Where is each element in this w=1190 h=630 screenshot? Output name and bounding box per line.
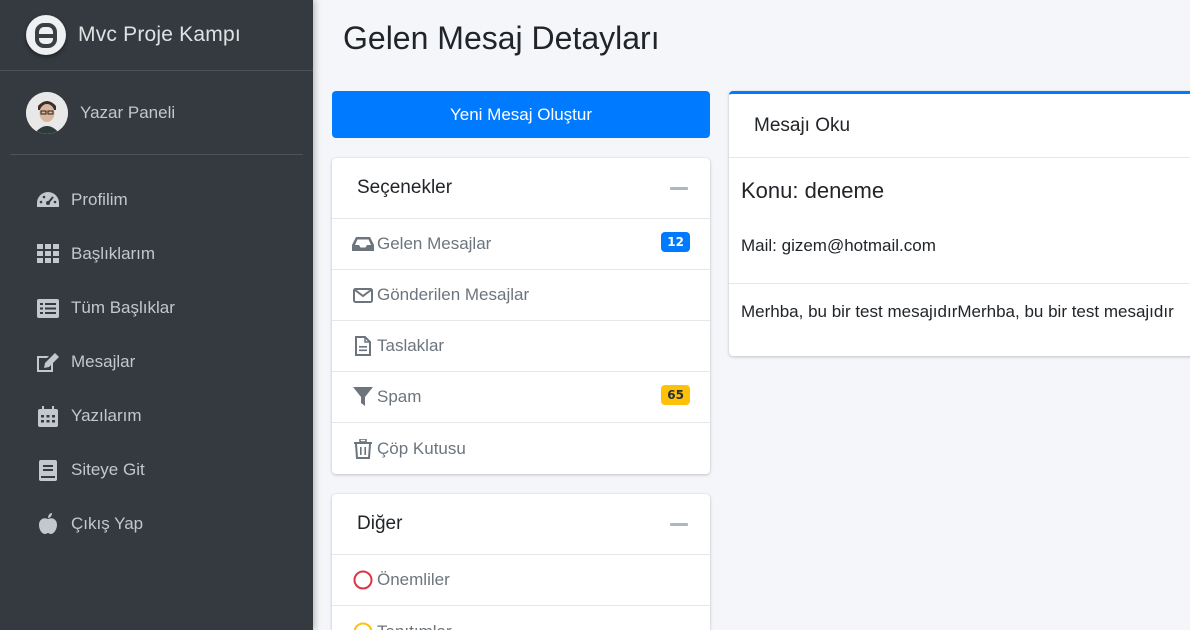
other-card-header: Diğer xyxy=(332,494,710,555)
tachometer-icon xyxy=(35,189,61,211)
envelope-icon xyxy=(352,285,374,305)
edit-icon xyxy=(35,351,61,373)
options-card: Seçenekler Gelen Mesajlar 12 Gönderilen … xyxy=(332,158,710,474)
apple-icon xyxy=(35,513,61,535)
sidebar-item-profilim[interactable]: Profilim xyxy=(0,173,313,227)
folder-item-inbox[interactable]: Gelen Mesajlar 12 xyxy=(332,219,710,270)
folder-item-drafts[interactable]: Taslaklar xyxy=(332,321,710,372)
sidebar-item-cikis-yap[interactable]: Çıkış Yap xyxy=(0,497,313,551)
sidebar: Mvc Proje Kampı Yazar Paneli Profilim Ba… xyxy=(0,0,313,630)
message-card: Mesajı Oku Konu: deneme Mail: gizem@hotm… xyxy=(729,91,1190,356)
circle-icon xyxy=(352,570,374,590)
sidebar-item-label: Başlıklarım xyxy=(71,244,156,263)
folder-label: Taslaklar xyxy=(377,336,445,355)
label-item-promotions[interactable]: Tanıtımlar xyxy=(332,606,710,630)
sidebar-item-siteye-git[interactable]: Siteye Git xyxy=(0,443,313,497)
inbox-icon xyxy=(352,234,374,254)
file-icon xyxy=(352,336,374,356)
label-item-important[interactable]: Önemliler xyxy=(332,555,710,606)
folder-label: Gönderilen Mesajlar xyxy=(377,285,530,304)
options-card-title: Seçenekler xyxy=(357,177,453,198)
sidebar-item-label: Tüm Başlıklar xyxy=(71,298,175,317)
user-panel[interactable]: Yazar Paneli xyxy=(10,71,303,155)
folder-label: Gelen Mesajlar xyxy=(377,234,492,253)
message-subject: Konu: deneme xyxy=(741,178,885,203)
brand-title: Mvc Proje Kampı xyxy=(78,23,241,46)
sidebar-item-label: Siteye Git xyxy=(71,460,145,479)
folder-label: Spam xyxy=(377,387,422,406)
sidebar-item-basliklarim[interactable]: Başlıklarım xyxy=(0,227,313,281)
other-card-title: Diğer xyxy=(357,513,403,534)
label-item-label: Önemliler xyxy=(377,570,450,589)
brand-logo-icon xyxy=(26,15,66,55)
sidebar-item-label: Yazılarım xyxy=(71,406,142,425)
folder-label: Çöp Kutusu xyxy=(377,438,466,458)
sidebar-nav: Profilim Başlıklarım Tüm Başlıklar Mesaj… xyxy=(0,155,313,551)
label-item-label: Tanıtımlar xyxy=(377,622,452,630)
folder-item-trash[interactable]: Çöp Kutusu xyxy=(332,423,710,474)
grid-icon xyxy=(35,243,61,265)
collapse-icon[interactable] xyxy=(670,186,688,190)
folder-item-spam[interactable]: Spam 65 xyxy=(332,372,710,423)
sidebar-item-mesajlar[interactable]: Mesajlar xyxy=(0,335,313,389)
filter-icon xyxy=(352,387,374,407)
folder-item-sent[interactable]: Gönderilen Mesajlar xyxy=(332,270,710,321)
page-title: Gelen Mesaj Detayları xyxy=(343,20,660,56)
new-message-button[interactable]: Yeni Mesaj Oluştur xyxy=(332,91,710,138)
sidebar-item-yazilarim[interactable]: Yazılarım xyxy=(0,389,313,443)
sidebar-item-label: Mesajlar xyxy=(71,352,136,371)
sidebar-item-tum-basliklar[interactable]: Tüm Başlıklar xyxy=(0,281,313,335)
spam-count-badge: 65 xyxy=(661,385,690,405)
trash-icon xyxy=(352,438,374,459)
book-icon xyxy=(35,459,61,481)
avatar xyxy=(26,91,68,134)
calendar-icon xyxy=(35,405,61,427)
user-name: Yazar Paneli xyxy=(80,102,176,122)
message-card-title: Mesajı Oku xyxy=(729,94,1190,158)
sidebar-item-label: Çıkış Yap xyxy=(71,514,144,533)
other-card: Diğer Önemliler Tanıtımlar xyxy=(332,494,710,630)
message-body: Merhba, bu bir test mesajıdırMerhba, bu … xyxy=(741,302,1174,321)
message-sender: Mail: gizem@hotmail.com xyxy=(729,218,1190,284)
inbox-count-badge: 12 xyxy=(661,232,690,252)
options-card-header: Seçenekler xyxy=(332,158,710,219)
list-icon xyxy=(35,297,61,319)
brand-link[interactable]: Mvc Proje Kampı xyxy=(0,0,313,71)
sidebar-item-label: Profilim xyxy=(71,190,128,209)
circle-icon xyxy=(352,622,374,630)
collapse-icon[interactable] xyxy=(670,522,688,526)
